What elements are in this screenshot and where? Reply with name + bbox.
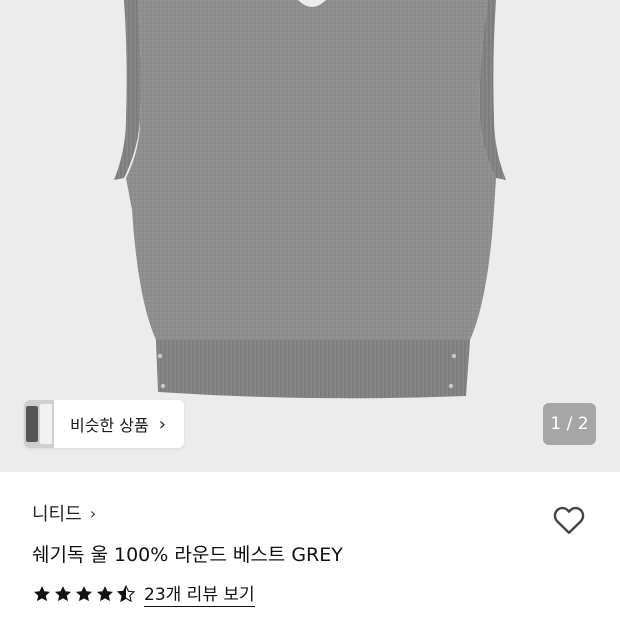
star-icon — [97, 585, 113, 601]
product-title: 쉐기독 울 100% 라운드 베스트 GREY — [32, 544, 343, 566]
star-icon — [55, 585, 71, 601]
image-page-indicator: 1 / 2 — [543, 403, 596, 445]
chevron-right-icon: › — [89, 503, 97, 523]
similar-product-thumbnails — [24, 400, 54, 448]
review-link[interactable]: 23개 리뷰 보기 — [144, 580, 255, 607]
star-rating — [32, 584, 136, 604]
chevron-right-icon: › — [158, 413, 166, 435]
brand-link[interactable]: 니티드 › — [32, 500, 96, 526]
star-half-icon — [116, 584, 136, 602]
brand-name: 니티드 — [32, 504, 82, 525]
product-image-gallery[interactable]: 비슷한 상품 › 1 / 2 — [0, 0, 620, 472]
similar-products-label-wrap: 비슷한 상품 › — [54, 400, 184, 448]
star-icon — [76, 585, 92, 601]
heart-icon[interactable] — [550, 502, 588, 538]
rating-row: 23개 리뷰 보기 — [32, 580, 255, 607]
similar-products-button[interactable]: 비슷한 상품 › — [24, 400, 184, 448]
star-icon — [34, 585, 50, 601]
similar-products-label: 비슷한 상품 — [70, 416, 149, 435]
